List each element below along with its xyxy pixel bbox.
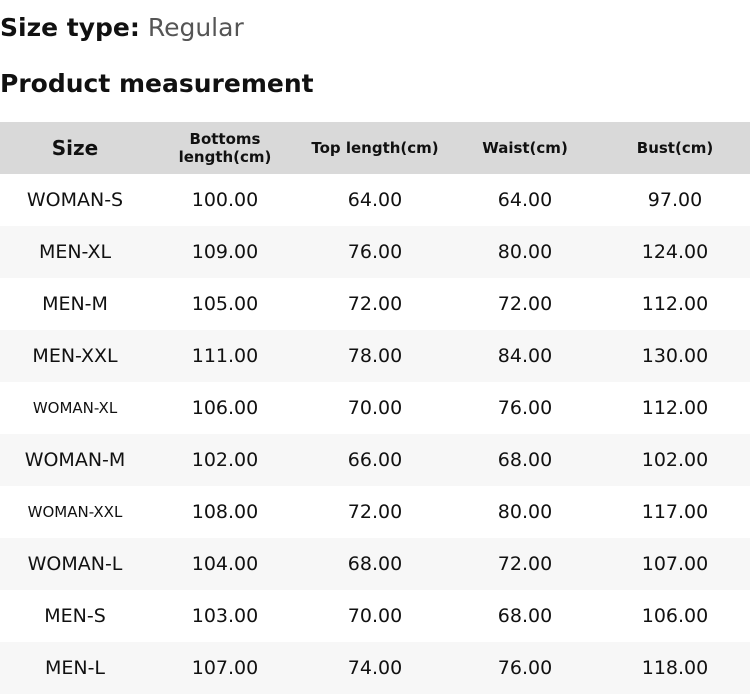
size-cell: MEN-L <box>0 642 150 694</box>
size-type-value: Regular <box>147 13 244 42</box>
bust-cell: 118.00 <box>600 642 750 694</box>
bust-cell: 106.00 <box>641 605 709 627</box>
waist-cell: 76.00 <box>497 397 553 419</box>
size-cell: MEN-M <box>42 293 108 315</box>
bottoms-length-cell: 104.00 <box>150 538 300 590</box>
waist-cell: 64.00 <box>497 189 553 211</box>
table-row: WOMAN-XL 106.00 70.00 76.00 112.00 <box>0 382 750 434</box>
bottoms-length-cell: 105.00 <box>191 293 259 315</box>
bust-cell: 124.00 <box>600 226 750 278</box>
bottoms-length-cell: 102.00 <box>150 434 300 486</box>
table-header-row: Size Bottoms length(cm) Top length(cm) W… <box>0 122 750 174</box>
bust-cell: 117.00 <box>641 501 709 523</box>
table-row: MEN-S 103.00 70.00 68.00 106.00 <box>0 590 750 642</box>
bust-cell: 97.00 <box>647 189 703 211</box>
table-row: MEN-XL 109.00 76.00 80.00 124.00 <box>0 226 750 278</box>
size-chart-table: Size Bottoms length(cm) Top length(cm) W… <box>0 122 750 694</box>
table-row: WOMAN-L 104.00 68.00 72.00 107.00 <box>0 538 750 590</box>
top-length-cell: 76.00 <box>300 226 450 278</box>
size-type-label: Size type: <box>0 13 140 42</box>
size-cell: WOMAN-L <box>0 538 150 590</box>
waist-cell: 80.00 <box>497 501 553 523</box>
table-row: WOMAN-M 102.00 66.00 68.00 102.00 <box>0 434 750 486</box>
bottoms-length-cell: 108.00 <box>191 501 259 523</box>
top-length-cell: 70.00 <box>347 605 403 627</box>
top-length-cell: 72.00 <box>347 293 403 315</box>
waist-cell: 80.00 <box>450 226 600 278</box>
top-length-cell: 74.00 <box>300 642 450 694</box>
top-length-cell: 66.00 <box>300 434 450 486</box>
waist-cell: 68.00 <box>450 434 600 486</box>
waist-cell: 76.00 <box>450 642 600 694</box>
column-header-bust: Bust(cm) <box>600 122 750 174</box>
size-cell: WOMAN-XL <box>32 399 118 417</box>
bust-cell: 112.00 <box>641 293 709 315</box>
bottoms-length-cell: 111.00 <box>150 330 300 382</box>
table-row: MEN-XXL 111.00 78.00 84.00 130.00 <box>0 330 750 382</box>
section-title: Product measurement <box>0 69 314 98</box>
top-length-cell: 72.00 <box>347 501 403 523</box>
column-header-waist: Waist(cm) <box>450 122 600 174</box>
waist-cell: 68.00 <box>497 605 553 627</box>
top-length-cell: 68.00 <box>300 538 450 590</box>
size-cell: WOMAN-XXL <box>27 503 123 521</box>
size-cell: WOMAN-S <box>26 189 124 211</box>
bottoms-length-cell: 109.00 <box>150 226 300 278</box>
bust-cell: 102.00 <box>600 434 750 486</box>
top-length-cell: 64.00 <box>347 189 403 211</box>
column-header-size: Size <box>0 122 150 174</box>
bottoms-length-cell: 107.00 <box>150 642 300 694</box>
size-type-line: Size type: Regular <box>0 10 244 46</box>
bottoms-length-cell: 100.00 <box>191 189 259 211</box>
table-row: WOMAN-S 100.00 64.00 64.00 97.00 <box>0 174 750 226</box>
size-cell: MEN-XXL <box>0 330 150 382</box>
table-row: MEN-M 105.00 72.00 72.00 112.00 <box>0 278 750 330</box>
bottoms-length-cell: 106.00 <box>191 397 259 419</box>
waist-cell: 72.00 <box>497 293 553 315</box>
bust-cell: 112.00 <box>641 397 709 419</box>
top-length-cell: 70.00 <box>347 397 403 419</box>
waist-cell: 84.00 <box>450 330 600 382</box>
bottoms-length-cell: 103.00 <box>191 605 259 627</box>
column-header-top-length: Top length(cm) <box>300 122 450 174</box>
top-length-cell: 78.00 <box>300 330 450 382</box>
size-cell: MEN-S <box>44 605 106 627</box>
table-row: MEN-L 107.00 74.00 76.00 118.00 <box>0 642 750 694</box>
size-cell: MEN-XL <box>0 226 150 278</box>
bust-cell: 107.00 <box>600 538 750 590</box>
waist-cell: 72.00 <box>450 538 600 590</box>
table-row: WOMAN-XXL 108.00 72.00 80.00 117.00 <box>0 486 750 538</box>
column-header-bottoms-length: Bottoms length(cm) <box>150 122 300 174</box>
size-cell: WOMAN-M <box>0 434 150 486</box>
bust-cell: 130.00 <box>600 330 750 382</box>
